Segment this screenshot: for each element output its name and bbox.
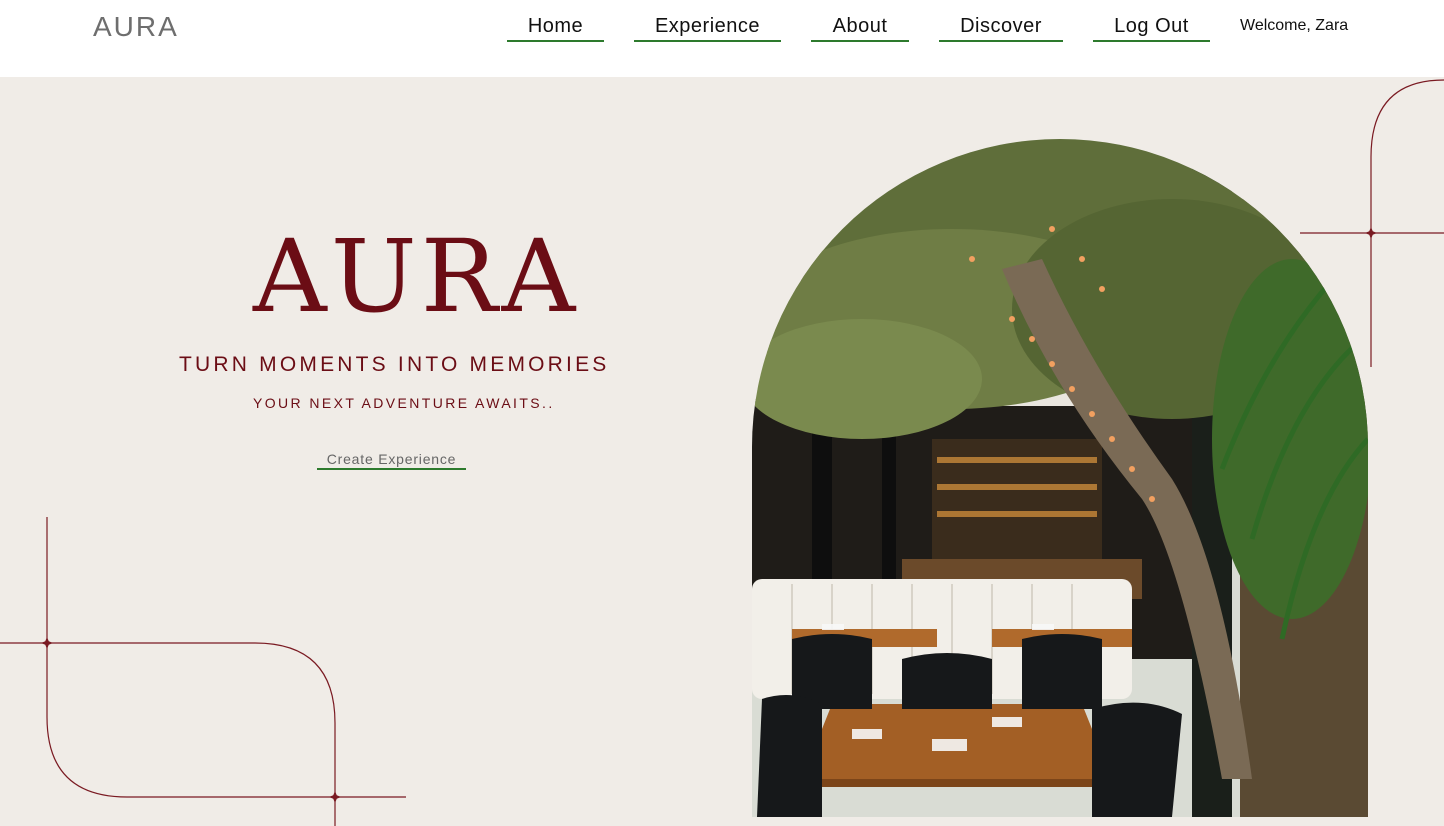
restaurant-photo	[752, 139, 1368, 817]
nav-discover[interactable]: Discover	[939, 14, 1063, 42]
create-experience-button[interactable]: Create Experience	[317, 451, 466, 470]
hero-tagline: TURN MOMENTS INTO MEMORIES	[179, 353, 610, 376]
hero-subtagline: YOUR NEXT ADVENTURE AWAITS..	[253, 395, 555, 411]
nav-about[interactable]: About	[811, 14, 909, 42]
nav-log-out[interactable]: Log Out	[1093, 14, 1210, 42]
nav-home[interactable]: Home	[507, 14, 604, 42]
nav-experience[interactable]: Experience	[634, 14, 781, 42]
top-navbar: AURA Home Experience About Discover Log …	[0, 0, 1444, 77]
restaurant-illustration	[752, 139, 1368, 817]
hero-logo: AURA	[253, 218, 580, 335]
brand-logo[interactable]: AURA	[93, 11, 179, 43]
hero-section: AURA TURN MOMENTS INTO MEMORIES YOUR NEX…	[0, 77, 1444, 826]
welcome-message: Welcome, Zara	[1240, 17, 1349, 34]
